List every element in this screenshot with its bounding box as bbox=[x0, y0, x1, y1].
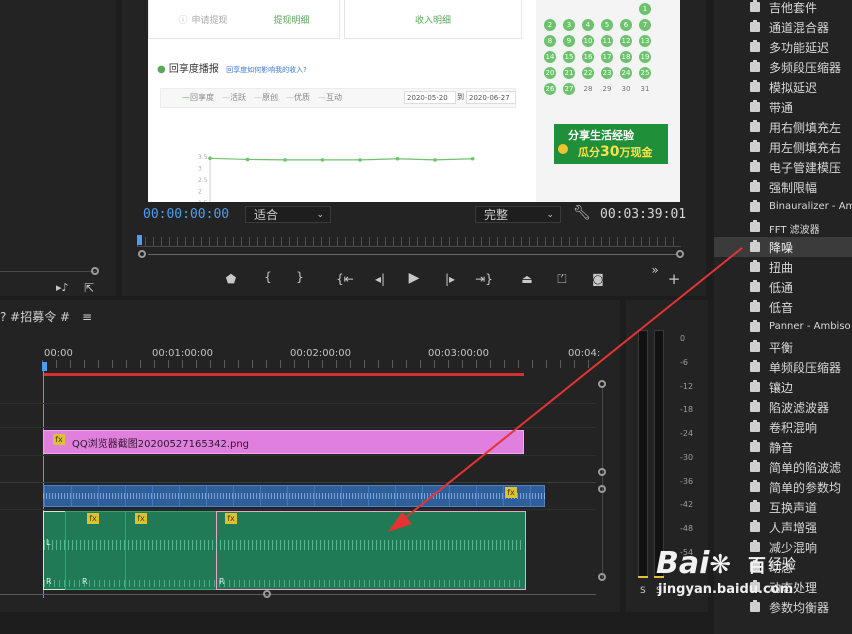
watermark-brand-cn: 百 bbox=[748, 556, 766, 577]
watermark-brand: Bai bbox=[656, 546, 710, 581]
annotation-arrow bbox=[388, 247, 743, 532]
watermark: Bai❋ 百 经验 jingyan.baidu.com bbox=[656, 546, 806, 626]
watermark-url: jingyan.baidu.com bbox=[658, 582, 794, 597]
paw-icon: ❋ bbox=[709, 550, 732, 580]
watermark-sub: 经验 bbox=[768, 557, 796, 573]
watermark-logo: Bai❋ bbox=[656, 546, 731, 581]
